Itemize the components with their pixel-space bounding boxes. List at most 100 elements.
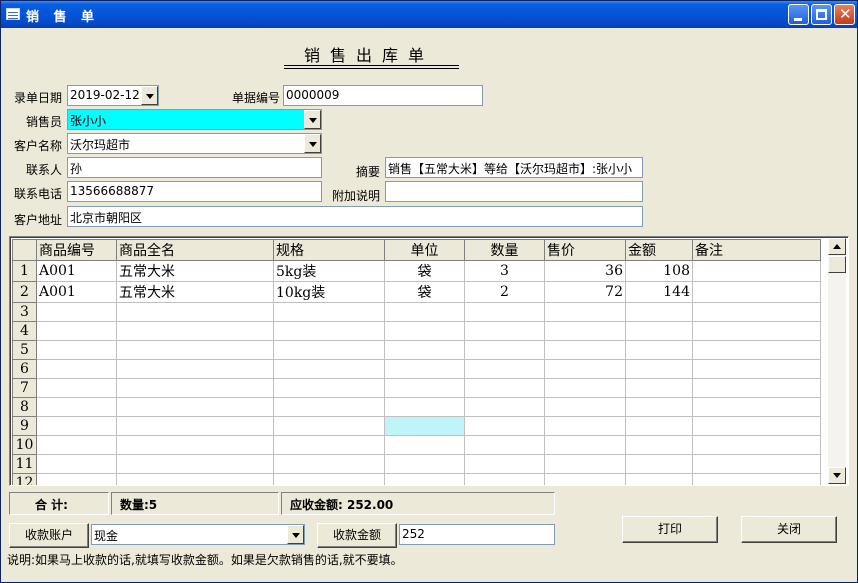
cell-spec[interactable]: 5kg装 <box>273 260 385 282</box>
address-input[interactable]: 北京市朝阳区 <box>67 206 643 227</box>
salesperson-select[interactable]: 张小小 <box>67 109 322 130</box>
doc-no-input[interactable]: 0000009 <box>283 85 483 106</box>
cell-unit[interactable] <box>384 416 465 436</box>
cell-name[interactable] <box>116 359 274 379</box>
print-button[interactable]: 打印 <box>622 516 718 543</box>
table-row[interactable]: 7 <box>12 378 821 398</box>
col-header-remark[interactable]: 备注 <box>692 239 821 261</box>
cell-unit[interactable]: 袋 <box>384 281 465 303</box>
payment-account-button[interactable]: 收款账户 <box>9 523 89 548</box>
cell-name[interactable]: 五常大米 <box>116 281 274 303</box>
cell-price[interactable]: 72 <box>544 281 626 303</box>
cell-spec[interactable] <box>273 321 385 341</box>
cell-price[interactable] <box>544 340 626 360</box>
cell-unit[interactable] <box>384 397 465 417</box>
cell-amount[interactable] <box>625 454 693 474</box>
cell-amount[interactable]: 108 <box>625 260 693 282</box>
cell-unit[interactable]: 袋 <box>384 260 465 282</box>
cell-code[interactable]: A001 <box>36 260 117 282</box>
cell-name[interactable] <box>116 378 274 398</box>
cell-unit[interactable] <box>384 473 465 485</box>
col-header-spec[interactable]: 规格 <box>273 239 385 261</box>
cell-spec[interactable] <box>273 416 385 436</box>
cell-code[interactable] <box>36 397 117 417</box>
table-row[interactable]: 1 A001 五常大米 5kg装袋 3 36 108 <box>12 260 821 282</box>
maximize-button[interactable] <box>811 4 832 25</box>
cell-spec[interactable] <box>273 302 385 322</box>
cell-remark[interactable] <box>692 435 821 455</box>
payment-account-dropdown-button[interactable] <box>287 525 304 544</box>
cell-amount[interactable] <box>625 359 693 379</box>
col-header-unit[interactable]: 单位 <box>384 239 465 261</box>
cell-unit[interactable] <box>384 378 465 398</box>
cell-amount[interactable] <box>625 416 693 436</box>
cell-price[interactable] <box>544 397 626 417</box>
salesperson-dropdown-button[interactable] <box>304 110 321 129</box>
cell-remark[interactable] <box>692 473 821 485</box>
cell-name[interactable] <box>116 340 274 360</box>
cell-name[interactable]: 五常大米 <box>116 260 274 282</box>
scroll-thumb[interactable] <box>828 256 846 273</box>
cell-spec[interactable] <box>273 435 385 455</box>
cell-unit[interactable] <box>384 340 465 360</box>
cell-remark[interactable] <box>692 302 821 322</box>
cell-remark[interactable] <box>692 378 821 398</box>
cell-qty[interactable] <box>464 454 545 474</box>
cell-name[interactable] <box>116 302 274 322</box>
table-row[interactable]: 9 <box>12 416 821 436</box>
cell-amount[interactable] <box>625 340 693 360</box>
table-row[interactable]: 4 <box>12 321 821 341</box>
cell-spec[interactable] <box>273 340 385 360</box>
cell-code[interactable] <box>36 454 117 474</box>
cell-unit[interactable] <box>384 435 465 455</box>
cell-unit[interactable] <box>384 359 465 379</box>
cell-name[interactable] <box>116 321 274 341</box>
title-bar[interactable]: 销 售 单 ✕ <box>1 1 857 28</box>
cell-spec[interactable] <box>273 454 385 474</box>
cell-remark[interactable] <box>692 340 821 360</box>
cell-unit[interactable] <box>384 302 465 322</box>
cell-amount[interactable] <box>625 302 693 322</box>
cell-amount[interactable] <box>625 378 693 398</box>
cell-name[interactable] <box>116 454 274 474</box>
cell-qty[interactable] <box>464 397 545 417</box>
cell-qty[interactable] <box>464 473 545 485</box>
cell-qty[interactable]: 2 <box>464 281 545 303</box>
customer-select[interactable]: 沃尔玛超市 <box>67 133 322 154</box>
cell-price[interactable] <box>544 302 626 322</box>
cell-name[interactable] <box>116 473 274 485</box>
scroll-down-button[interactable] <box>828 467 846 484</box>
cell-amount[interactable] <box>625 473 693 485</box>
cell-qty[interactable] <box>464 416 545 436</box>
col-header-code[interactable]: 商品编号 <box>36 239 117 261</box>
cell-code[interactable] <box>36 302 117 322</box>
cell-code[interactable] <box>36 416 117 436</box>
cell-amount[interactable] <box>625 321 693 341</box>
table-row[interactable]: 6 <box>12 359 821 379</box>
cell-qty[interactable] <box>464 321 545 341</box>
cell-code[interactable] <box>36 378 117 398</box>
col-header-qty[interactable]: 数量 <box>464 239 545 261</box>
payment-amount-button[interactable]: 收款金额 <box>317 523 397 548</box>
table-row[interactable]: 12 <box>12 473 821 485</box>
cell-unit[interactable] <box>384 321 465 341</box>
customer-dropdown-button[interactable] <box>304 134 321 153</box>
cell-amount[interactable]: 144 <box>625 281 693 303</box>
table-row[interactable]: 8 <box>12 397 821 417</box>
extra-note-input[interactable] <box>385 181 643 202</box>
cell-price[interactable] <box>544 473 626 485</box>
cell-price[interactable]: 36 <box>544 260 626 282</box>
cell-price[interactable] <box>544 378 626 398</box>
table-row[interactable]: 10 <box>12 435 821 455</box>
table-row[interactable]: 11 <box>12 454 821 474</box>
col-header-amount[interactable]: 金额 <box>625 239 693 261</box>
cell-name[interactable] <box>116 416 274 436</box>
col-header-name[interactable]: 商品全名 <box>116 239 274 261</box>
cell-code[interactable] <box>36 359 117 379</box>
cell-spec[interactable] <box>273 397 385 417</box>
cell-qty[interactable] <box>464 340 545 360</box>
date-dropdown-button[interactable] <box>141 86 158 105</box>
cell-price[interactable] <box>544 454 626 474</box>
cell-spec[interactable] <box>273 473 385 485</box>
cell-remark[interactable] <box>692 321 821 341</box>
